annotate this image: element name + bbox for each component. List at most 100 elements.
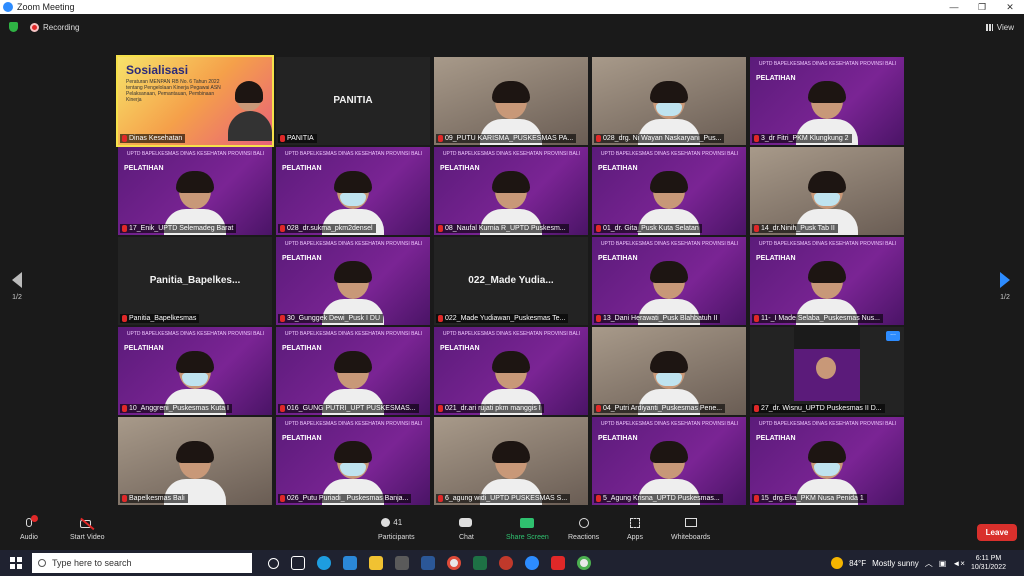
virtual-background-banner: UPTD BAPELKESMAS DINAS KESEHATAN PROVINS… — [282, 151, 422, 172]
cortana-icon[interactable] — [268, 557, 279, 569]
participant-name-label: Dinas Kesehatan — [120, 134, 186, 143]
participant-tile[interactable]: UPTD BAPELKESMAS DINAS KESEHATAN PROVINS… — [750, 417, 904, 505]
video-label: Start Video — [70, 534, 105, 541]
muted-mic-icon — [754, 315, 759, 322]
muted-mic-icon — [754, 225, 759, 232]
banner-header: UPTD BAPELKESMAS DINAS KESEHATAN PROVINS… — [442, 331, 580, 337]
recording-label[interactable]: Recording — [43, 23, 79, 32]
slide-subtitle: Peraturan MENPAN RB No. 6 Tahun 2022 ten… — [126, 79, 221, 103]
arrow-left-icon — [12, 272, 22, 288]
participant-tile[interactable]: 022_Made Yudia... 022_Made Yudiawan_Puske… — [434, 237, 588, 325]
maximize-button[interactable]: ❐ — [968, 0, 996, 14]
search-icon — [38, 559, 46, 567]
participant-name-label: 17_Enik_UPTD Selemadeg Barat — [120, 224, 237, 233]
reactions-button[interactable]: Reactions — [568, 518, 599, 541]
participant-name-label: Bapelkesmas Bali — [120, 494, 188, 503]
participants-button[interactable]: 41 Participants — [378, 518, 415, 541]
taskbar-search-input[interactable]: Type here to search — [32, 553, 252, 573]
participant-name: 04_Putri Ardiyanti_Puskesmas Pene... — [603, 405, 723, 412]
whiteboards-button[interactable]: Whiteboards — [671, 518, 710, 541]
chat-button[interactable]: Chat — [459, 518, 474, 541]
audio-label: Audio — [20, 534, 38, 541]
participant-name-label: 026_Putu Puriadi_ Puskesmas Banja... — [278, 494, 412, 503]
opera-icon[interactable] — [499, 556, 513, 570]
audio-button[interactable]: Audio — [20, 515, 38, 541]
participant-tile[interactable]: UPTD BAPELKESMAS DINAS KESEHATAN PROVINS… — [276, 147, 430, 235]
store-icon[interactable] — [395, 556, 409, 570]
participant-tile[interactable]: UPTD BAPELKESMAS DINAS KESEHATAN PROVINS… — [750, 237, 904, 325]
virtual-background-banner: UPTD BAPELKESMAS DINAS KESEHATAN PROVINS… — [282, 241, 422, 262]
participant-tile[interactable]: Sosialisasi Peraturan MENPAN RB No. 6 Tah… — [116, 55, 274, 147]
participant-name-label: 028_dr.sukma_pkm2densel — [278, 224, 376, 233]
banner-header: UPTD BAPELKESMAS DINAS KESEHATAN PROVINS… — [284, 151, 422, 157]
muted-mic-icon — [596, 405, 601, 412]
participant-video — [794, 327, 860, 401]
participant-name: 14_dr.Ninih_Pusk Tab II — [761, 225, 835, 232]
windows-start-icon[interactable] — [10, 557, 22, 569]
participant-tile[interactable]: UPTD BAPELKESMAS DINAS KESEHATAN PROVINS… — [434, 147, 588, 235]
weather-desc[interactable]: Mostly sunny — [872, 559, 919, 568]
chat-label: Chat — [459, 534, 474, 541]
previous-page-button[interactable]: 1/2 — [10, 272, 24, 301]
participant-tile[interactable]: UPTD BAPELKESMAS DINAS KESEHATAN PROVINS… — [276, 417, 430, 505]
weather-temp[interactable]: 84°F — [849, 559, 866, 568]
task-view-icon[interactable] — [291, 556, 305, 570]
participant-tile[interactable]: UPTD BAPELKESMAS DINAS KESEHATAN PROVINS… — [434, 327, 588, 415]
participant-tile[interactable]: 14_dr.Ninih_Pusk Tab II — [750, 147, 904, 235]
chrome-profile-icon[interactable] — [577, 556, 591, 570]
participant-tile[interactable]: UPTD BAPELKESMAS DINAS KESEHATAN PROVINS… — [592, 237, 746, 325]
participant-tile[interactable]: Bapelkesmas Bali — [118, 417, 272, 505]
leave-button[interactable]: Leave — [977, 524, 1017, 541]
participant-tile[interactable]: 09_PUTU KARISMA_PUSKESMAS PA... — [434, 57, 588, 145]
apps-label: Apps — [627, 534, 643, 541]
minimize-button[interactable]: — — [940, 0, 968, 14]
start-video-button[interactable]: Start Video — [70, 517, 105, 541]
more-options-icon[interactable]: ... — [886, 330, 900, 341]
participant-tile[interactable]: UPTD BAPELKESMAS DINAS KESEHATAN PROVINS… — [276, 237, 430, 325]
participant-tile[interactable]: UPTD BAPELKESMAS DINAS KESEHATAN PROVINS… — [118, 327, 272, 415]
excel-icon[interactable] — [473, 556, 487, 570]
virtual-background-banner: UPTD BAPELKESMAS DINAS KESEHATAN PROVINS… — [598, 241, 738, 262]
participants-label: Participants — [378, 534, 415, 541]
taskbar-apps — [268, 556, 591, 570]
taskbar-clock[interactable]: 6:11 PM 10/31/2022 — [971, 554, 1006, 572]
participant-tile[interactable]: ... 27_dr. Wisnu_UPTD Puskesmas II D... — [750, 327, 904, 415]
arrow-right-icon — [1000, 272, 1010, 288]
next-page-button[interactable]: 1/2 — [998, 272, 1012, 301]
participant-tile[interactable]: 6_agung widi_UPTD PUSKESMAS S... — [434, 417, 588, 505]
muted-mic-icon — [438, 495, 443, 502]
apps-button[interactable]: Apps — [627, 518, 643, 541]
chrome-icon[interactable] — [447, 556, 461, 570]
share-screen-button[interactable]: Share Screen — [506, 518, 549, 541]
edge-icon[interactable] — [317, 556, 331, 570]
close-window-button[interactable]: ✕ — [996, 0, 1024, 14]
banner-header: UPTD BAPELKESMAS DINAS KESEHATAN PROVINS… — [758, 421, 896, 427]
participant-tile[interactable]: UPTD BAPELKESMAS DINAS KESEHATAN PROVINS… — [750, 57, 904, 145]
participant-name: 022_Made Yudiawan_Puskesmas Te... — [445, 315, 566, 322]
participant-tile[interactable]: 028_drg. Ni Wayan Naskaryani_Pus... — [592, 57, 746, 145]
participant-tile[interactable]: UPTD BAPELKESMAS DINAS KESEHATAN PROVINS… — [118, 147, 272, 235]
word-icon[interactable] — [421, 556, 435, 570]
participant-tile[interactable]: UPTD BAPELKESMAS DINAS KESEHATAN PROVINS… — [592, 417, 746, 505]
view-button[interactable]: View — [985, 23, 1014, 32]
participant-tile[interactable]: UPTD BAPELKESMAS DINAS KESEHATAN PROVINS… — [592, 147, 746, 235]
virtual-background-banner: UPTD BAPELKESMAS DINAS KESEHATAN PROVINS… — [756, 421, 896, 442]
grid-icon — [985, 23, 993, 31]
participant-tile[interactable]: PANITIA PANITIA — [276, 57, 430, 145]
participant-tile[interactable]: 04_Putri Ardiyanti_Puskesmas Pene... — [592, 327, 746, 415]
tray-chevron-icon[interactable]: ︿ — [925, 558, 933, 569]
participant-name: 016_GUNG PUTRI_UPT PUSKESMAS... — [287, 405, 416, 412]
virtual-background-banner: UPTD BAPELKESMAS DINAS KESEHATAN PROVINS… — [282, 331, 422, 352]
participant-tile[interactable]: UPTD BAPELKESMAS DINAS KESEHATAN PROVINS… — [276, 327, 430, 415]
encryption-shield-icon[interactable] — [9, 22, 18, 32]
muted-mic-icon — [438, 135, 443, 142]
network-icon[interactable]: ▣ — [939, 559, 947, 568]
mail-icon[interactable] — [343, 556, 357, 570]
file-explorer-icon[interactable] — [369, 556, 383, 570]
slide-title: Sosialisasi — [126, 63, 189, 77]
participant-tile[interactable]: Panitia_Bapelkes... Panitia_Bapelkesmas — [118, 237, 272, 325]
zoom-taskbar-icon[interactable] — [525, 556, 539, 570]
volume-icon[interactable]: ◄× — [952, 559, 965, 568]
pdf-reader-icon[interactable] — [551, 556, 565, 570]
participant-name: 01_dr. Gita_Pusk Kuta Selatan — [603, 225, 699, 232]
